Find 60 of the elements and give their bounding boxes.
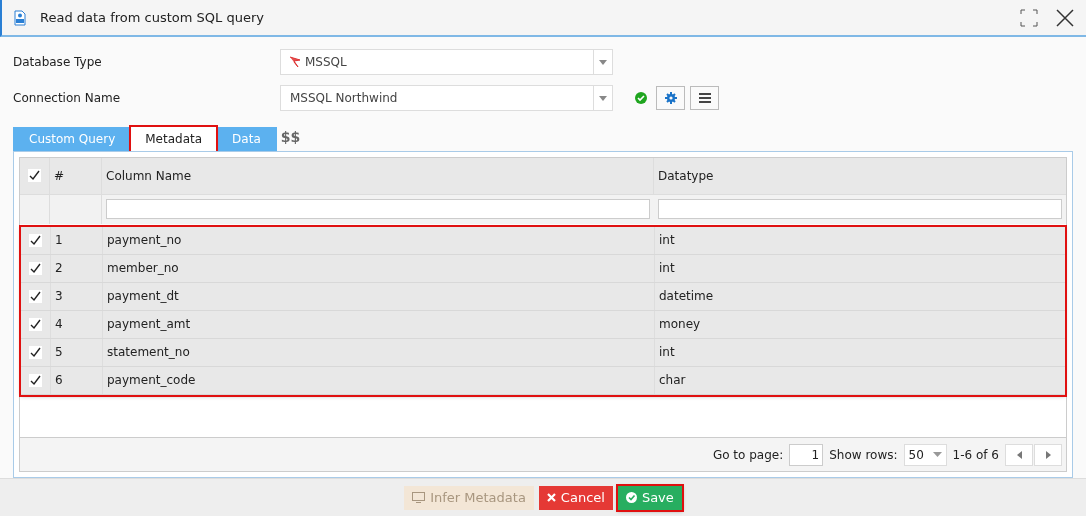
next-button[interactable] <box>1034 443 1062 466</box>
page-field[interactable]: 1 <box>789 443 824 466</box>
database-icon <box>289 55 301 69</box>
rows-label: Show rows: <box>829 446 898 464</box>
caret-icon <box>599 95 607 101</box>
table-cell-text: payment_dt <box>107 288 179 306</box>
table-cell-text: 6 <box>55 372 63 390</box>
table-cell-text: member_no <box>107 260 179 278</box>
page-label: Go to page: <box>712 446 784 464</box>
checkbox[interactable] <box>29 373 42 387</box>
menu-button[interactable] <box>690 86 719 110</box>
table-cell-text: payment_amt <box>107 316 191 334</box>
table-cell-text: int <box>659 232 675 250</box>
close-icon[interactable] <box>1056 8 1074 27</box>
checkbox[interactable] <box>29 261 42 275</box>
checkbox[interactable] <box>29 289 42 303</box>
table-cell-text: int <box>659 344 675 362</box>
close-icon <box>546 493 556 502</box>
monitor-icon <box>412 492 426 503</box>
checkbox[interactable] <box>29 345 42 359</box>
dollar-signs-label: $$ <box>280 128 301 148</box>
checkbox[interactable] <box>28 169 41 183</box>
caret-icon <box>932 452 942 457</box>
checkbox[interactable] <box>29 317 42 331</box>
caret-icon <box>599 59 607 65</box>
window-title: Read data from custom SQL query <box>40 8 264 27</box>
rows-dropdown[interactable]: 50 <box>903 443 947 466</box>
table-cell-text: payment_no <box>107 232 182 250</box>
settings-button[interactable] <box>656 86 685 110</box>
table-cell-text: statement_no <box>107 344 190 362</box>
field-label: Database Type <box>13 54 103 71</box>
filter-field[interactable] <box>106 199 650 220</box>
dropdown-field[interactable]: MSSQL Northwind <box>280 85 613 111</box>
previous-button[interactable] <box>1005 443 1033 466</box>
tab[interactable]: Metadata <box>131 126 217 151</box>
dropdown-field[interactable]: MSSQL <box>280 49 613 75</box>
table-cell-text: 3 <box>55 288 63 306</box>
gear-icon <box>664 92 677 104</box>
document-icon <box>14 9 26 26</box>
table-cell-text: money <box>659 316 701 334</box>
column-header: # <box>54 167 65 185</box>
cancel-button[interactable]: Cancel <box>538 485 613 510</box>
check-circle-icon <box>625 492 637 503</box>
right-arrow-icon <box>1045 450 1051 459</box>
column-header: Column Name <box>106 167 192 185</box>
table-cell-text: char <box>659 372 686 390</box>
column-header: Datatype <box>658 167 714 185</box>
page-range: 1-6 of 6 <box>952 446 999 464</box>
left-arrow-icon <box>1016 450 1022 459</box>
table-cell-text: 4 <box>55 316 63 334</box>
table-cell-text: datetime <box>659 288 714 306</box>
menu-icon <box>698 93 711 103</box>
table-cell-text: 2 <box>55 260 63 278</box>
table-cell-text: payment_code <box>107 372 196 390</box>
table-cell-text: 5 <box>55 344 63 362</box>
table-cell-text: int <box>659 260 675 278</box>
checkbox[interactable] <box>29 233 42 247</box>
field-label: Connection Name <box>13 90 122 107</box>
table-cell-text: 1 <box>55 232 63 250</box>
filter-field[interactable] <box>658 199 1062 220</box>
